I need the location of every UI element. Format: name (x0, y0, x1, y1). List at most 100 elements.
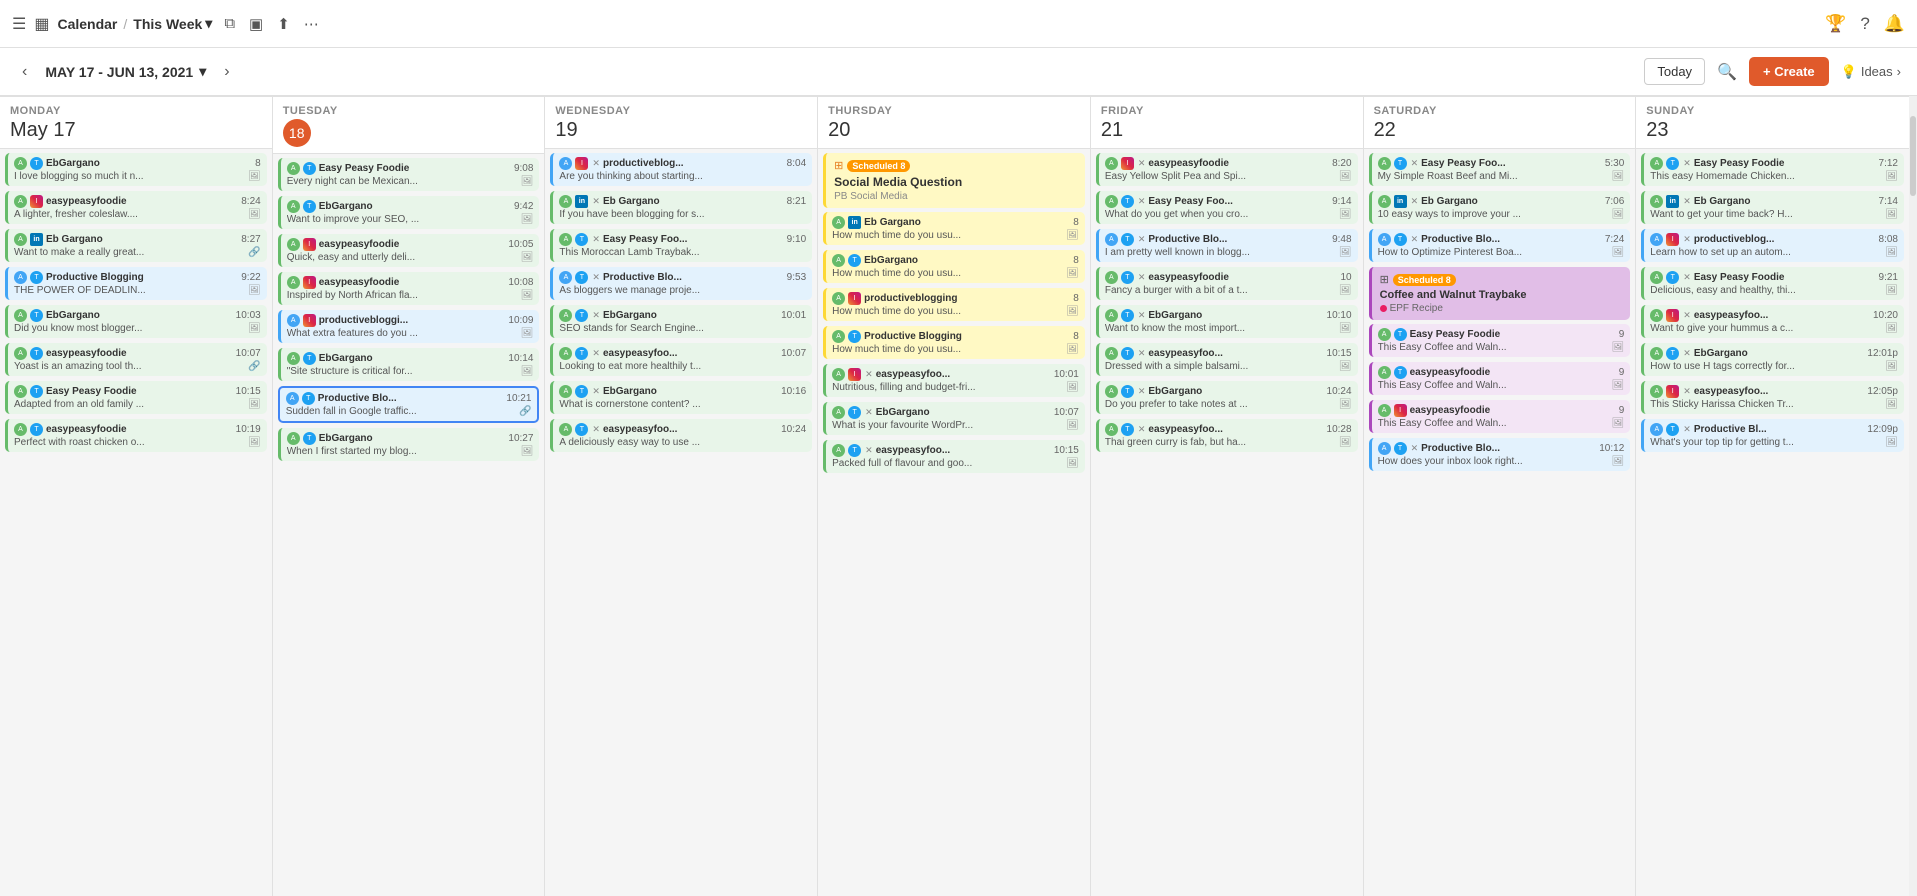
list-item[interactable]: A in Eb Gargano 8 How much time do you u… (823, 212, 1085, 245)
list-item[interactable]: A T ✕ Easy Peasy Foo... 9:10 This Morocc… (550, 229, 812, 262)
list-item[interactable]: A I easypeasyfoodie 10:08 Inspired by No… (278, 272, 540, 305)
list-item[interactable]: A T EbGargano 8 I love blogging so much … (5, 153, 267, 186)
bell-icon[interactable]: 🔔 (1884, 14, 1905, 34)
list-item[interactable]: A in ✕ Eb Gargano 8:21 If you have been … (550, 191, 812, 224)
scrollbar-thumb[interactable] (1910, 116, 1916, 196)
list-item[interactable]: A T ✕ Productive Blo... 10:12 How does y… (1369, 438, 1631, 471)
list-item[interactable]: A T Easy Peasy Foodie 9:08 Every night c… (278, 158, 540, 191)
list-item[interactable]: A T ✕ easypeasyfoodie 10 Fancy a burger … (1096, 267, 1358, 300)
ideas-button[interactable]: 💡 Ideas › (1841, 64, 1901, 80)
list-item[interactable]: A T EbGargano 8 How much time do you usu… (823, 250, 1085, 283)
list-item[interactable]: A I productiveblogging 8 How much time d… (823, 288, 1085, 321)
list-item[interactable]: A in ✕ Eb Gargano 7:14 Want to get your … (1641, 191, 1904, 224)
calendar-label[interactable]: Calendar (57, 16, 117, 32)
day-number: 20 (828, 119, 1080, 142)
trophy-icon[interactable]: 🏆 (1825, 14, 1846, 34)
date-range[interactable]: MAY 17 - JUN 13, 2021 ▾ (45, 63, 206, 80)
card-text: Are you thinking about starting... (559, 171, 806, 182)
list-item[interactable]: A T Easy Peasy Foodie 10:15 Adapted from… (5, 381, 267, 414)
account-name: Easy Peasy Foo... (603, 234, 784, 245)
x-icon: ✕ (592, 196, 600, 207)
day-number[interactable]: 18 (283, 119, 311, 147)
account-name: easypeasyfoo... (1148, 348, 1323, 359)
list-item[interactable]: A T ✕ EbGargano 10:24 Do you prefer to t… (1096, 381, 1358, 414)
day-name: THURSDAY (828, 105, 1080, 117)
list-item[interactable]: A I easypeasyfoodie 9 This Easy Coffee a… (1369, 400, 1631, 433)
list-item[interactable]: A T Productive Blogging 8 How much time … (823, 326, 1085, 359)
search-button[interactable]: 🔍 (1717, 62, 1737, 82)
list-item[interactable]: A I ✕ easypeasyfoo... 10:20 Want to give… (1641, 305, 1904, 338)
list-item[interactable]: A I easypeasyfoodie 10:05 Quick, easy an… (278, 234, 540, 267)
campaign-card-yellow[interactable]: ⊞ Scheduled 8 Social Media Question PB S… (823, 153, 1085, 208)
list-item[interactable]: A T Easy Peasy Foodie 9 This Easy Coffee… (1369, 324, 1631, 357)
list-item[interactable]: A in ✕ Eb Gargano 7:06 10 easy ways to i… (1369, 191, 1631, 224)
list-item[interactable]: A in Eb Gargano 8:27 Want to make a real… (5, 229, 267, 262)
today-button[interactable]: Today (1644, 58, 1705, 85)
list-item[interactable]: A T ✕ Easy Peasy Foodie 9:21 Delicious, … (1641, 267, 1904, 300)
list-item[interactable]: A I ✕ productiveblog... 8:08 Learn how t… (1641, 229, 1904, 262)
twitter-icon: T (848, 444, 861, 457)
day-header-sunday: SUNDAY23 (1636, 97, 1909, 149)
filter-button[interactable]: ⧉ (220, 13, 239, 34)
list-item[interactable]: A T easypeasyfoodie 10:07 Yoast is an am… (5, 343, 267, 376)
list-item[interactable]: A T easypeasyfoodie 9 This Easy Coffee a… (1369, 362, 1631, 395)
list-item[interactable]: A T ✕ easypeasyfoo... 10:07 Looking to e… (550, 343, 812, 376)
list-item[interactable]: A T ✕ EbGargano 10:07 What is your favou… (823, 402, 1085, 435)
list-item[interactable]: A T ✕ Productive Bl... 12:09p What's you… (1641, 419, 1904, 452)
share-button[interactable]: ⬆ (273, 13, 294, 35)
card-time: 8 (1073, 331, 1079, 342)
list-item[interactable]: A T ✕ EbGargano 10:16 What is cornerston… (550, 381, 812, 414)
list-item[interactable]: A T ✕ EbGargano 10:10 Want to know the m… (1096, 305, 1358, 338)
list-item[interactable]: A T ✕ EbGargano 12:01p How to use H tags… (1641, 343, 1904, 376)
list-item[interactable]: A T ✕ easypeasyfoo... 10:24 A deliciousl… (550, 419, 812, 452)
scrollbar-track[interactable] (1909, 96, 1917, 896)
list-item[interactable]: A T Productive Blo... 10:21 Sudden fall … (278, 386, 540, 423)
list-item[interactable]: A T ✕ easypeasyfoo... 10:28 Thai green c… (1096, 419, 1358, 452)
view-button[interactable]: ▣ (245, 13, 267, 35)
list-item[interactable]: A I ✕ easypeasyfoodie 8:20 Easy Yellow S… (1096, 153, 1358, 186)
day-name: MONDAY (10, 105, 262, 117)
list-item[interactable]: A T Productive Blogging 9:22 THE POWER O… (5, 267, 267, 300)
card-time: 8 (1073, 217, 1079, 228)
list-item[interactable]: A T ✕ EbGargano 10:01 SEO stands for Sea… (550, 305, 812, 338)
list-item[interactable]: A I ✕ productiveblog... 8:04 Are you thi… (550, 153, 812, 186)
card-time: 10:03 (236, 310, 261, 321)
list-item[interactable]: A I ✕ easypeasyfoo... 12:05p This Sticky… (1641, 381, 1904, 414)
create-button[interactable]: + Create (1749, 57, 1829, 86)
list-item[interactable]: A T ✕ Easy Peasy Foo... 5:30 My Simple R… (1369, 153, 1631, 186)
account-name: EbGargano (46, 158, 252, 169)
card-time: 8 (255, 158, 261, 169)
account-name: Productive Blo... (603, 272, 784, 283)
link-icon: 🔗 (519, 406, 531, 417)
x-icon: ✕ (1411, 196, 1419, 207)
list-item[interactable]: A T ✕ Easy Peasy Foo... 9:14 What do you… (1096, 191, 1358, 224)
list-item[interactable]: A I easypeasyfoodie 8:24 A lighter, fres… (5, 191, 267, 224)
list-item[interactable]: A T easypeasyfoodie 10:19 Perfect with r… (5, 419, 267, 452)
card-text: If you have been blogging for s... (559, 209, 806, 220)
list-item[interactable]: A T EbGargano 10:14 "Site structure is c… (278, 348, 540, 381)
list-item[interactable]: A T ✕ Productive Blo... 9:53 As bloggers… (550, 267, 812, 300)
menu-icon[interactable]: ☰ (12, 14, 26, 34)
list-item[interactable]: A T ✕ Productive Blo... 7:24 How to Opti… (1369, 229, 1631, 262)
list-item[interactable]: A T ✕ easypeasyfoo... 10:15 Packed full … (823, 440, 1085, 473)
image-icon: 🖼 (1885, 247, 1898, 258)
list-item[interactable]: A T ✕ Easy Peasy Foodie 7:12 This easy H… (1641, 153, 1904, 186)
prev-date-button[interactable]: ‹ (16, 59, 33, 85)
list-item[interactable]: A T EbGargano 10:03 Did you know most bl… (5, 305, 267, 338)
help-icon[interactable]: ? (1860, 14, 1869, 34)
campaign-card-purple[interactable]: ⊞ Scheduled 8 Coffee and Walnut Traybake… (1369, 267, 1631, 320)
list-item[interactable]: A I ✕ easypeasyfoo... 10:01 Nutritious, … (823, 364, 1085, 397)
account-name: Eb Gargano (1421, 196, 1602, 207)
card-time: 10:07 (781, 348, 806, 359)
account-name: easypeasyfoodie (319, 239, 506, 250)
x-icon: ✕ (1138, 272, 1146, 283)
list-item[interactable]: A T ✕ Productive Blo... 9:48 I am pretty… (1096, 229, 1358, 262)
card-time: 9 (1619, 367, 1625, 378)
list-item[interactable]: A T EbGargano 9:42 Want to improve your … (278, 196, 540, 229)
next-date-button[interactable]: › (218, 59, 235, 85)
list-item[interactable]: A T ✕ easypeasyfoo... 10:15 Dressed with… (1096, 343, 1358, 376)
week-dropdown[interactable]: This Week ▾ (133, 15, 212, 32)
list-item[interactable]: A I productivebloggi... 10:09 What extra… (278, 310, 540, 343)
list-item[interactable]: A T EbGargano 10:27 When I first started… (278, 428, 540, 461)
more-button[interactable]: ⋯ (300, 13, 323, 35)
